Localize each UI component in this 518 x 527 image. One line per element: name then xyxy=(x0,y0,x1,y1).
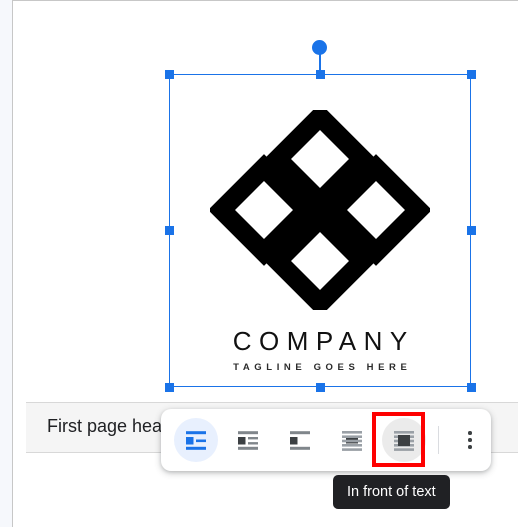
resize-handle-top-left[interactable] xyxy=(164,69,174,79)
resize-handle-top-center[interactable] xyxy=(315,69,325,79)
layout-break-text-icon xyxy=(287,427,313,453)
layout-option-wrap-text[interactable] xyxy=(226,418,270,462)
logo-tagline: TAGLINE GOES HERE xyxy=(233,362,412,373)
resize-handle-middle-left[interactable] xyxy=(164,225,174,235)
page-header-text: First page hea xyxy=(47,416,163,436)
resize-handle-top-right[interactable] xyxy=(466,69,476,79)
layout-option-in-line[interactable] xyxy=(174,418,218,462)
layout-option-behind-text[interactable] xyxy=(330,418,374,462)
image-layout-toolbar[interactable] xyxy=(161,409,491,471)
layout-wrap-text-icon xyxy=(235,427,261,453)
more-options-button[interactable] xyxy=(452,422,488,458)
layout-behind-text-icon xyxy=(339,427,365,453)
selected-image[interactable]: COMPANY TAGLINE GOES HERE xyxy=(164,40,476,392)
resize-handle-bottom-right[interactable] xyxy=(466,382,476,392)
resize-handle-bottom-center[interactable] xyxy=(315,382,325,392)
resize-handle-middle-right[interactable] xyxy=(466,225,476,235)
logo-wordmark: COMPANY xyxy=(232,326,415,356)
resize-handle-bottom-left[interactable] xyxy=(164,382,174,392)
toolbar-divider xyxy=(438,426,439,454)
layout-in-front-of-text-icon xyxy=(391,427,417,453)
three-dot-menu-icon xyxy=(468,430,472,451)
layout-option-break-text[interactable] xyxy=(278,418,322,462)
tooltip: In front of text xyxy=(333,475,450,509)
layout-in-line-icon xyxy=(183,427,209,453)
layout-option-in-front-of-text[interactable] xyxy=(372,412,426,467)
four-diamond-logo-icon xyxy=(210,110,430,310)
rotate-handle[interactable] xyxy=(312,40,327,55)
